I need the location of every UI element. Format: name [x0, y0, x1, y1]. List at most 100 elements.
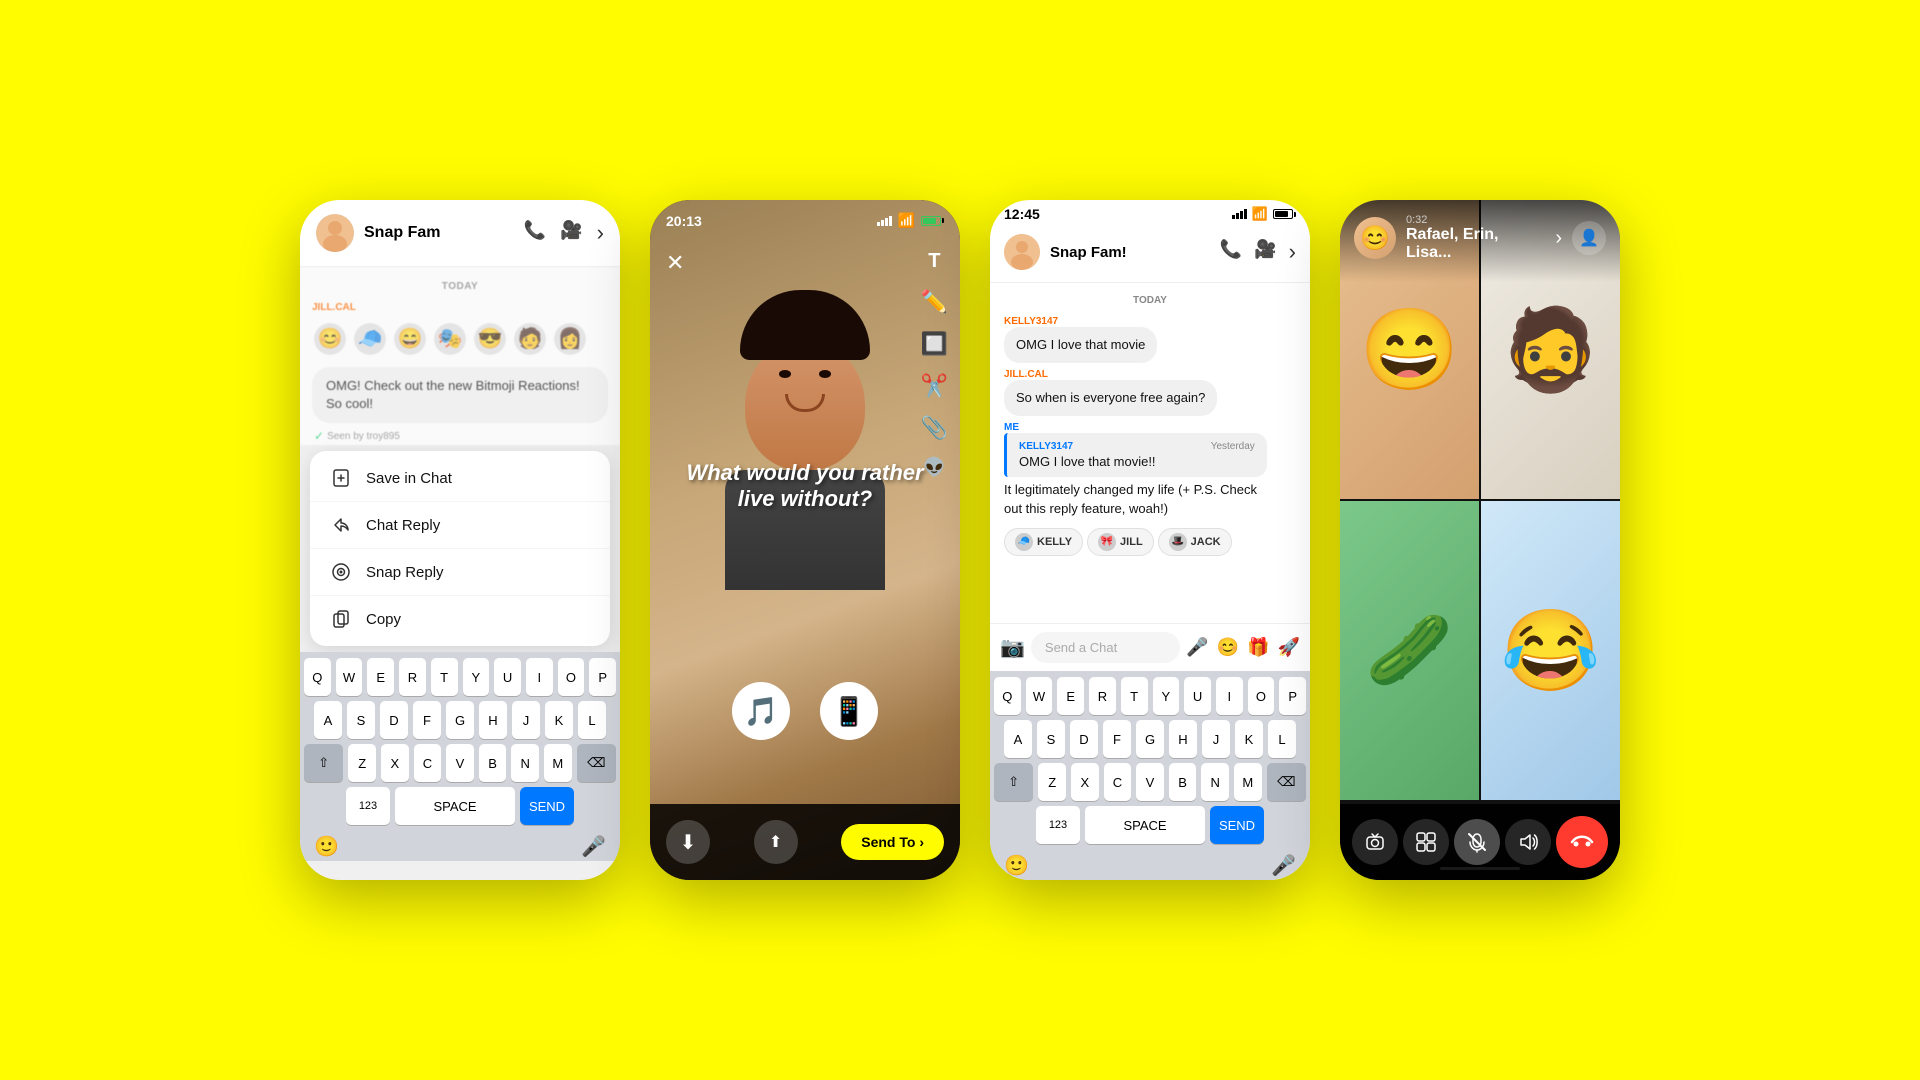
snap-reply-item[interactable]: Snap Reply: [310, 549, 610, 596]
reaction-jack[interactable]: 🎩 JACK: [1158, 528, 1232, 556]
key-q[interactable]: Q: [994, 677, 1021, 715]
key-t[interactable]: T: [1121, 677, 1148, 715]
key-i[interactable]: I: [526, 658, 553, 696]
more-icon[interactable]: ›: [1289, 239, 1296, 265]
key-m[interactable]: M: [544, 744, 572, 782]
key-k[interactable]: K: [545, 701, 573, 739]
send-to-button[interactable]: Send To ›: [841, 824, 944, 860]
key-space[interactable]: space: [395, 787, 515, 825]
key-z[interactable]: Z: [1038, 763, 1066, 801]
key-n[interactable]: N: [1201, 763, 1229, 801]
sticker-tool[interactable]: 🔲: [921, 331, 948, 357]
key-j[interactable]: J: [1202, 720, 1230, 758]
attachment-icon[interactable]: 🚀: [1278, 637, 1300, 658]
key-delete[interactable]: ⌫: [577, 744, 616, 782]
call-icon[interactable]: 📞: [524, 220, 546, 246]
key-e[interactable]: E: [1057, 677, 1084, 715]
close-button[interactable]: ✕: [666, 250, 684, 276]
key-r[interactable]: R: [399, 658, 426, 696]
switch-view-button[interactable]: [1403, 819, 1449, 865]
sticker-icon[interactable]: 🎁: [1247, 637, 1269, 658]
key-b[interactable]: B: [1169, 763, 1197, 801]
key-k[interactable]: K: [1235, 720, 1263, 758]
key-r[interactable]: R: [1089, 677, 1116, 715]
message-input[interactable]: Send a Chat: [1031, 632, 1180, 663]
send-button[interactable]: Send: [1210, 806, 1264, 844]
profile-button[interactable]: 👤: [1572, 221, 1606, 255]
key-u[interactable]: U: [494, 658, 521, 696]
text-tool[interactable]: T: [921, 250, 948, 273]
key-d[interactable]: D: [380, 701, 408, 739]
choice-music[interactable]: 🎵: [732, 682, 790, 740]
key-w[interactable]: W: [336, 658, 363, 696]
send-button[interactable]: Send: [520, 787, 574, 825]
key-g[interactable]: G: [446, 701, 474, 739]
key-p[interactable]: P: [1279, 677, 1306, 715]
key-y[interactable]: Y: [1153, 677, 1180, 715]
emoji-icon[interactable]: 😊: [1217, 637, 1239, 658]
mute-button[interactable]: [1454, 819, 1500, 865]
key-h[interactable]: H: [479, 701, 507, 739]
key-f[interactable]: F: [1103, 720, 1131, 758]
emoji-icon[interactable]: 🙂: [1004, 853, 1029, 878]
key-o[interactable]: O: [558, 658, 585, 696]
key-t[interactable]: T: [431, 658, 458, 696]
key-y[interactable]: Y: [463, 658, 490, 696]
chevron-icon[interactable]: ›: [1555, 227, 1562, 250]
key-p[interactable]: P: [589, 658, 616, 696]
key-m[interactable]: M: [1234, 763, 1262, 801]
link-tool[interactable]: 📎: [921, 415, 948, 441]
save-in-chat-item[interactable]: Save in Chat: [310, 455, 610, 502]
choice-phone[interactable]: 📱: [820, 682, 878, 740]
key-l[interactable]: L: [578, 701, 606, 739]
flip-camera-button[interactable]: [1352, 819, 1398, 865]
key-e[interactable]: E: [367, 658, 394, 696]
copy-item[interactable]: Copy: [310, 596, 610, 642]
more-icon[interactable]: ›: [597, 220, 604, 246]
key-shift[interactable]: ⇧: [304, 744, 343, 782]
key-j[interactable]: J: [512, 701, 540, 739]
dictation-icon[interactable]: 🎤: [581, 834, 606, 859]
key-d[interactable]: D: [1070, 720, 1098, 758]
key-v[interactable]: V: [1136, 763, 1164, 801]
download-button[interactable]: ⬇: [666, 820, 710, 864]
mic-icon[interactable]: 🎤: [1186, 637, 1208, 658]
key-a[interactable]: A: [314, 701, 342, 739]
key-h[interactable]: H: [1169, 720, 1197, 758]
scissors-tool[interactable]: ✂️: [921, 373, 948, 399]
key-shift[interactable]: ⇧: [994, 763, 1033, 801]
key-b[interactable]: B: [479, 744, 507, 782]
share-button[interactable]: ⬆: [754, 820, 798, 864]
key-s[interactable]: S: [347, 701, 375, 739]
end-call-button[interactable]: [1556, 816, 1608, 868]
key-123[interactable]: 123: [1036, 806, 1080, 844]
key-z[interactable]: Z: [348, 744, 376, 782]
key-x[interactable]: X: [381, 744, 409, 782]
key-q[interactable]: Q: [304, 658, 331, 696]
chat-reply-item[interactable]: Chat Reply: [310, 502, 610, 549]
key-x[interactable]: X: [1071, 763, 1099, 801]
key-space[interactable]: space: [1085, 806, 1205, 844]
key-delete[interactable]: ⌫: [1267, 763, 1306, 801]
video-icon[interactable]: 🎥: [1254, 239, 1276, 265]
key-o[interactable]: O: [1248, 677, 1275, 715]
emoji-icon[interactable]: 🙂: [314, 834, 339, 859]
speaker-button[interactable]: [1505, 819, 1551, 865]
key-n[interactable]: N: [511, 744, 539, 782]
camera-button[interactable]: 📷: [1000, 635, 1025, 660]
key-l[interactable]: L: [1268, 720, 1296, 758]
dictation-icon[interactable]: 🎤: [1271, 853, 1296, 878]
key-w[interactable]: W: [1026, 677, 1053, 715]
key-123[interactable]: 123: [346, 787, 390, 825]
reaction-jill[interactable]: 🎀 JILL: [1087, 528, 1154, 556]
key-u[interactable]: U: [1184, 677, 1211, 715]
call-icon[interactable]: 📞: [1220, 239, 1242, 265]
key-c[interactable]: C: [414, 744, 442, 782]
key-i[interactable]: I: [1216, 677, 1243, 715]
key-f[interactable]: F: [413, 701, 441, 739]
key-s[interactable]: S: [1037, 720, 1065, 758]
key-c[interactable]: C: [1104, 763, 1132, 801]
draw-tool[interactable]: ✏️: [921, 289, 948, 315]
reaction-kelly[interactable]: 🧢 KELLY: [1004, 528, 1083, 556]
key-v[interactable]: V: [446, 744, 474, 782]
